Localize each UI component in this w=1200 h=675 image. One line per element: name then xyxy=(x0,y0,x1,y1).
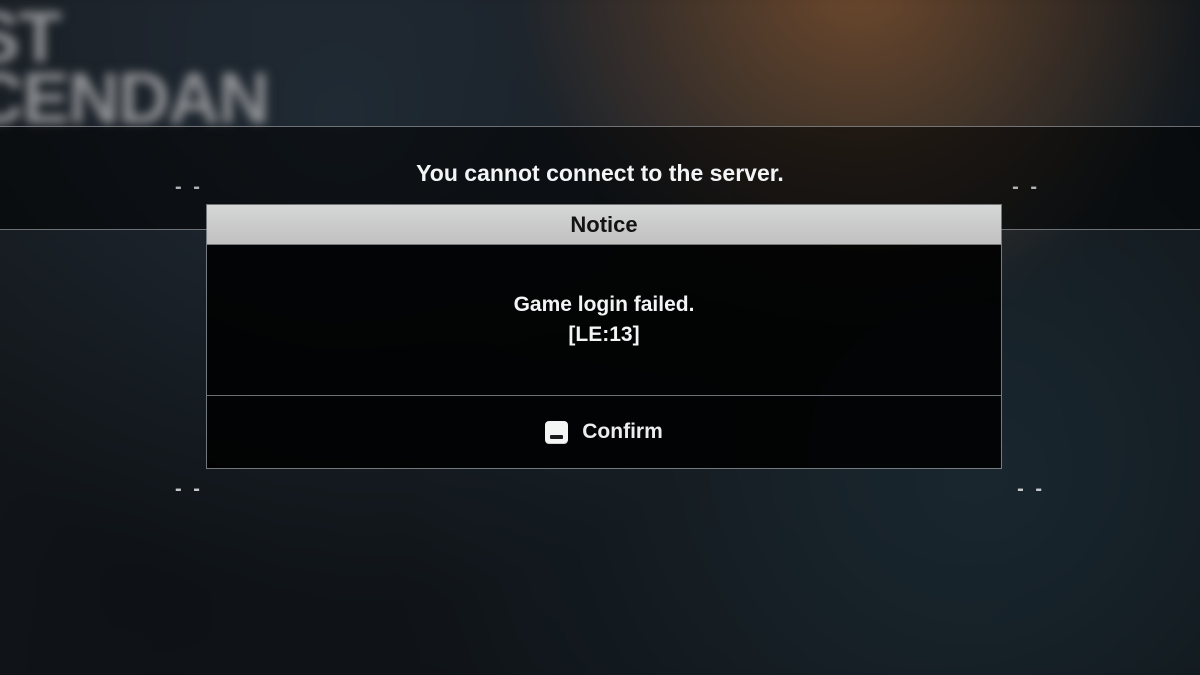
lower-ornament-right: - - xyxy=(1017,478,1045,501)
banner-ornament-left: - - xyxy=(175,176,203,199)
dialog-body: Game login failed. [LE:13] xyxy=(207,245,1001,395)
lower-ornament-left: - - xyxy=(175,478,203,501)
notice-dialog: Notice Game login failed. [LE:13] Confir… xyxy=(206,204,1002,469)
confirm-button[interactable]: Confirm xyxy=(535,414,673,450)
dialog-footer: Confirm xyxy=(207,396,1001,468)
spacebar-icon xyxy=(545,421,568,444)
confirm-button-label: Confirm xyxy=(582,420,663,444)
dialog-message-line1: Game login failed. xyxy=(514,293,695,317)
banner-ornament-right: - - xyxy=(1012,176,1040,199)
dialog-title: Notice xyxy=(207,205,1001,245)
dialog-message-line2: [LE:13] xyxy=(568,323,639,347)
